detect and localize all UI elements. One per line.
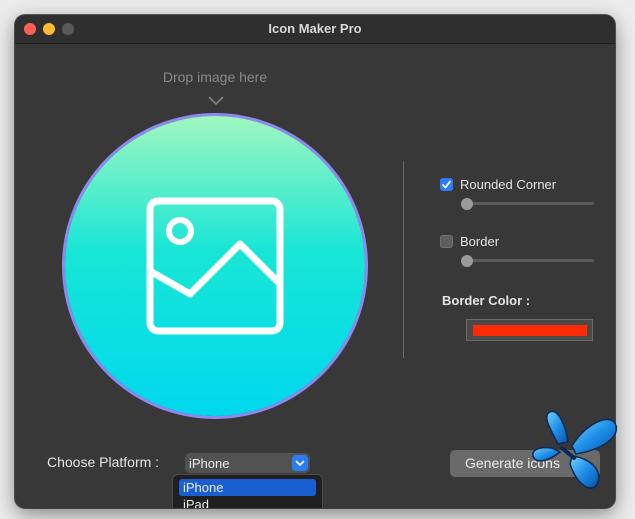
drop-image-hint: Drop image here: [162, 69, 268, 85]
border-checkbox[interactable]: [440, 235, 453, 248]
image-placeholder-icon: [146, 197, 284, 335]
image-drop-zone[interactable]: [65, 116, 365, 416]
rounded-corner-label: Rounded Corner: [460, 177, 557, 192]
checkmark-icon: [442, 180, 451, 189]
chevron-down-icon: [295, 460, 305, 466]
vertical-divider: [403, 161, 404, 358]
platform-select-value: iPhone: [189, 456, 230, 471]
platform-select[interactable]: iPhone: [185, 453, 310, 473]
border-width-slider-knob[interactable]: [461, 255, 473, 267]
app-window: Icon Maker Pro Drop image here Rounded C…: [15, 15, 615, 508]
title-bar: Icon Maker Pro: [15, 15, 615, 44]
window-title: Icon Maker Pro: [268, 21, 362, 36]
select-arrow-button[interactable]: [292, 455, 308, 471]
dropdown-option-ipad[interactable]: iPad: [179, 496, 316, 508]
border-color-label: Border Color :: [442, 293, 531, 308]
dropdown-option-iphone[interactable]: iPhone: [179, 479, 316, 496]
rounded-corner-checkbox[interactable]: [440, 178, 453, 191]
chevron-down-icon: [208, 96, 224, 106]
platform-label: Choose Platform :: [47, 454, 160, 470]
border-color-well[interactable]: [466, 319, 593, 341]
butterfly-icon: [532, 410, 618, 489]
border-label: Border: [460, 234, 500, 249]
corner-radius-slider-track[interactable]: [462, 202, 594, 205]
platform-dropdown-menu: iPhone iPad: [172, 474, 323, 508]
corner-radius-slider-knob[interactable]: [461, 198, 473, 210]
border-color-swatch: [473, 325, 587, 336]
border-width-slider-track[interactable]: [462, 259, 594, 262]
